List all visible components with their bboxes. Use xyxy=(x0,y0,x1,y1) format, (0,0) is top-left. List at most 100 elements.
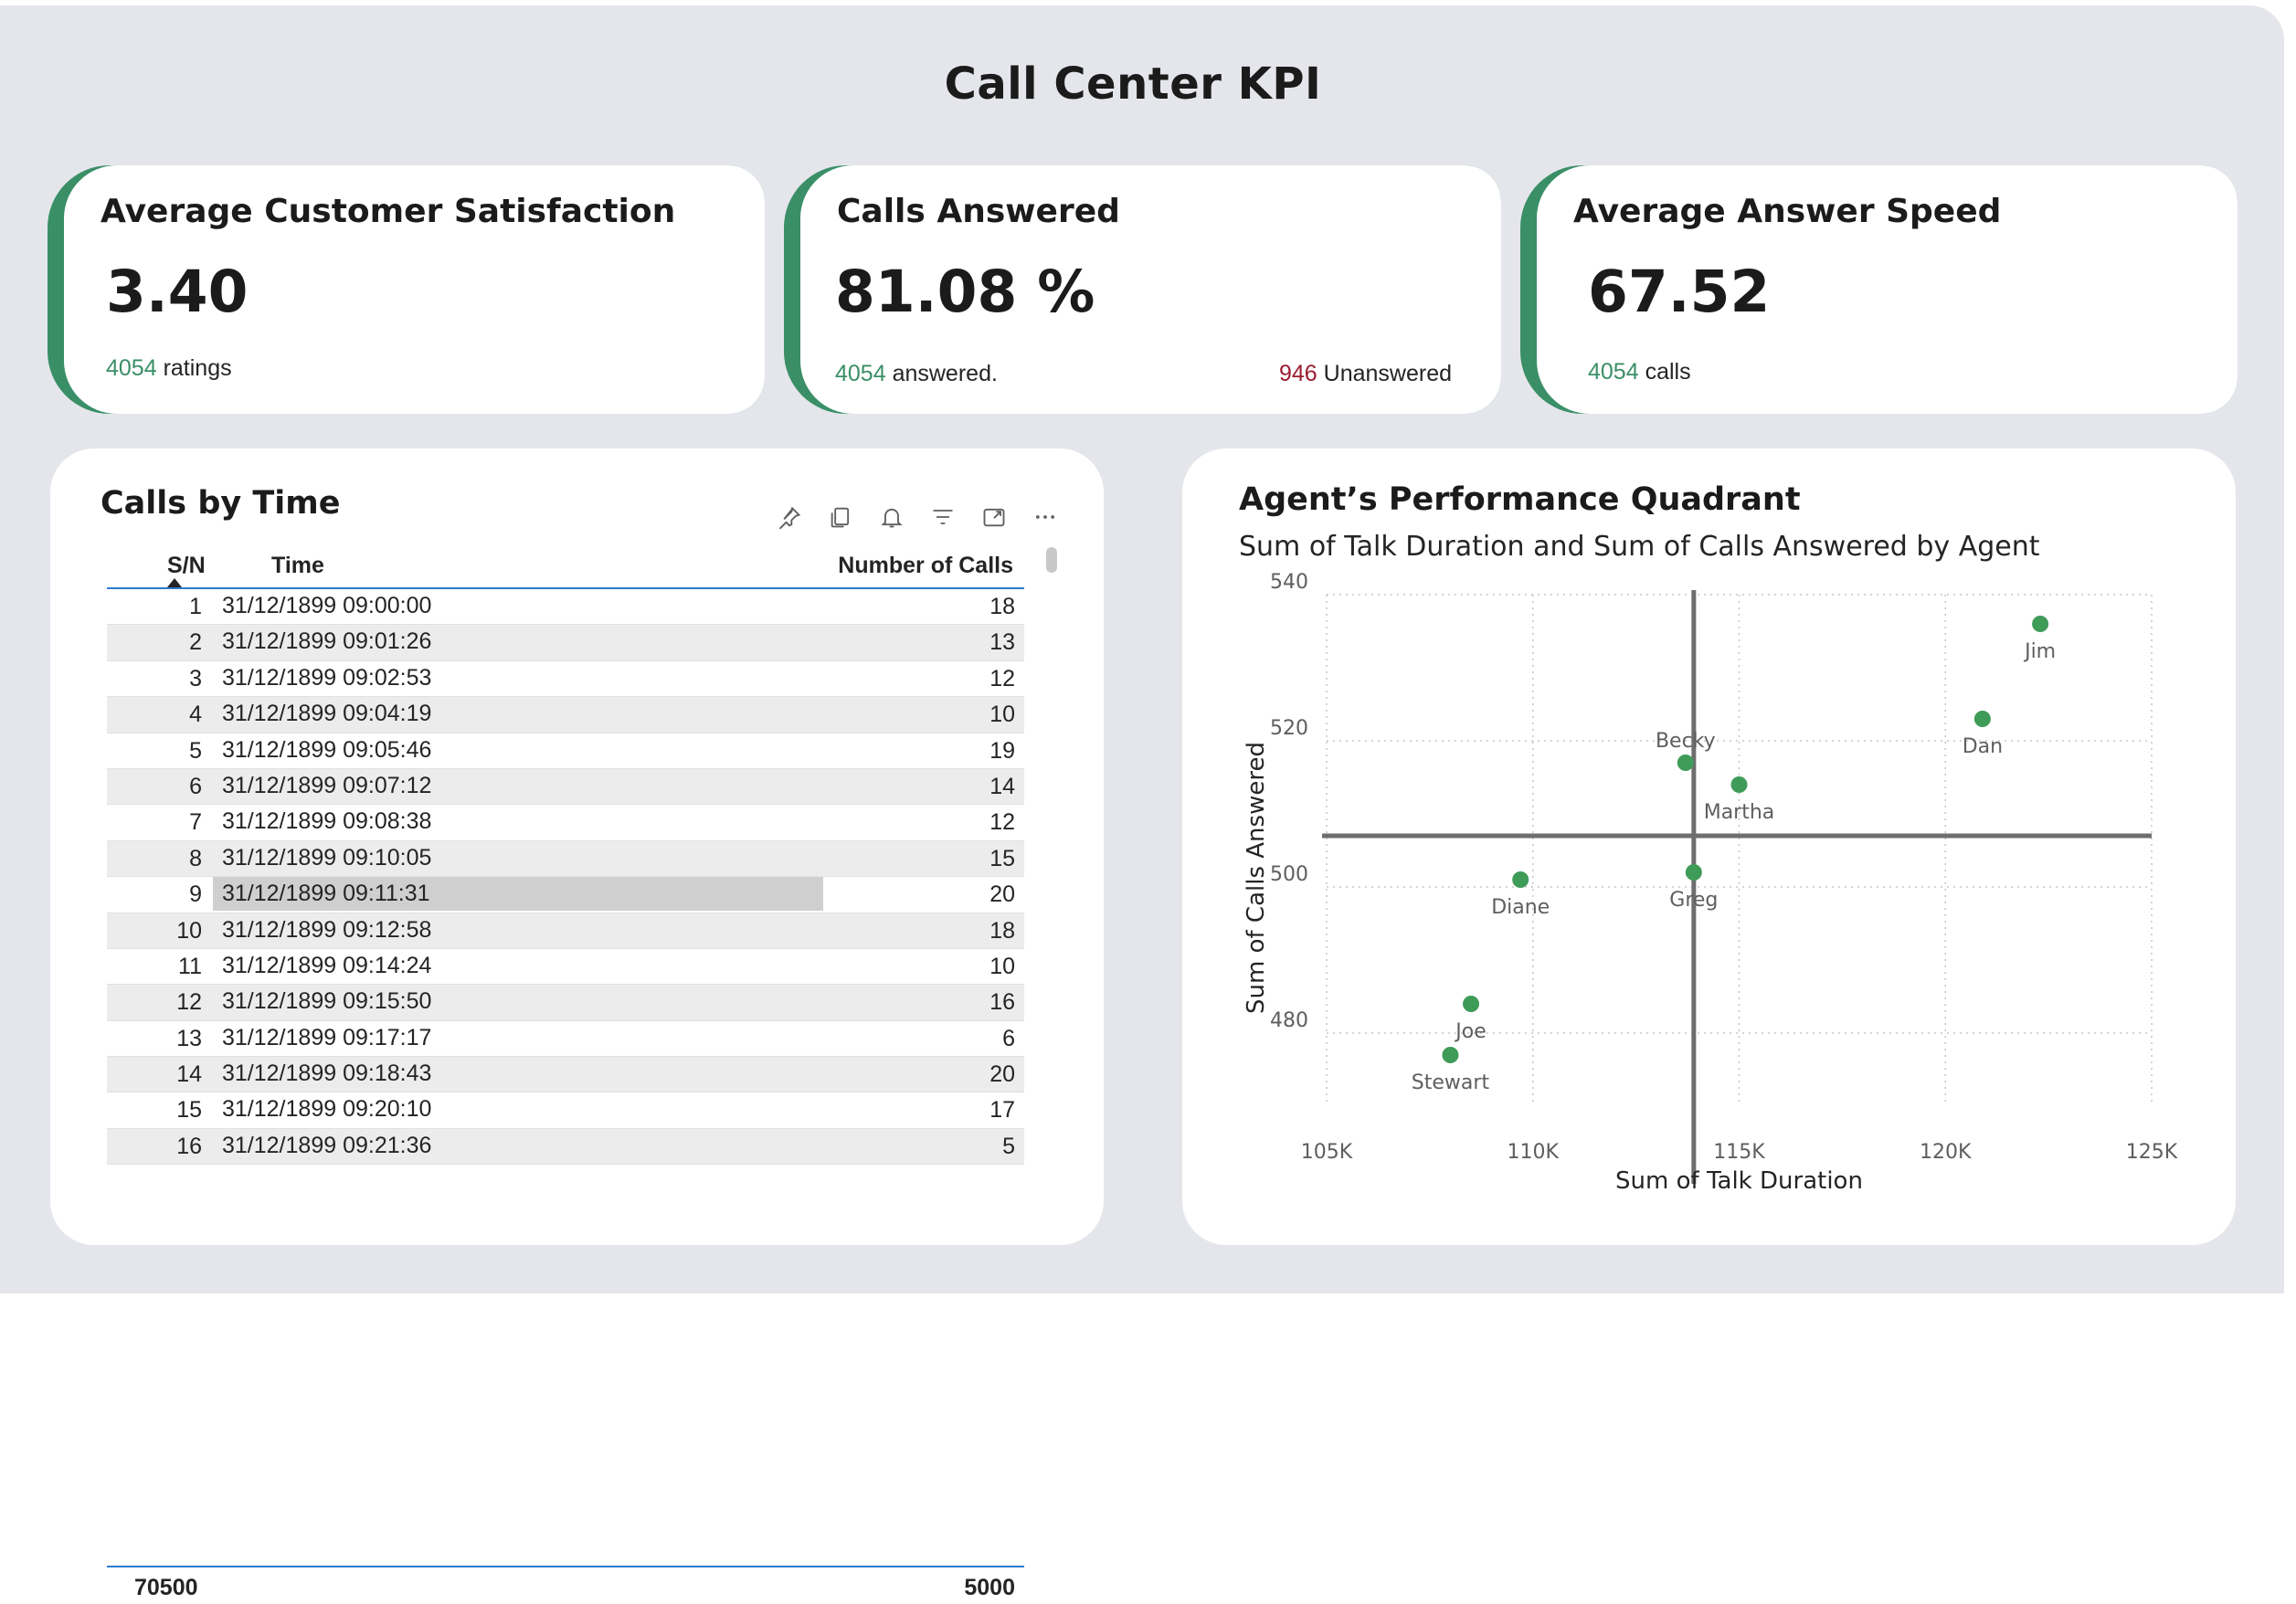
kpi-unanswered: 946 Unanswered xyxy=(1279,361,1452,387)
table-row[interactable]: 9 31/12/1899 09:11:31 20 xyxy=(107,877,1024,913)
agent-performance-panel[interactable]: Agent’s Performance Quadrant Sum of Talk … xyxy=(1182,448,2236,1245)
cell-time: 31/12/1899 09:17:17 xyxy=(222,1024,432,1050)
copy-icon[interactable] xyxy=(823,500,858,534)
point-label: Joe xyxy=(1454,1020,1486,1043)
table-row[interactable]: 15 31/12/1899 09:20:10 17 xyxy=(107,1092,1024,1129)
x-tick-label: 105K xyxy=(1301,1141,1353,1164)
table-row[interactable]: 3 31/12/1899 09:02:53 12 xyxy=(107,661,1024,698)
scatter-point[interactable] xyxy=(1685,864,1702,881)
table-row[interactable]: 14 31/12/1899 09:18:43 20 xyxy=(107,1057,1024,1093)
table-row[interactable]: 12 31/12/1899 09:15:50 16 xyxy=(107,985,1024,1021)
cell-calls: 17 xyxy=(989,1097,1015,1124)
filter-icon[interactable] xyxy=(926,500,960,534)
cell-sn: 16 xyxy=(176,1133,202,1159)
kpi-label: Average Customer Satisfaction xyxy=(101,193,676,230)
more-options-icon[interactable] xyxy=(1028,500,1063,534)
cell-time: 31/12/1899 09:10:05 xyxy=(222,844,432,871)
sort-ascending-icon[interactable] xyxy=(167,578,182,587)
scatter-point[interactable] xyxy=(1677,755,1694,771)
x-tick-label: 115K xyxy=(1713,1141,1765,1164)
cell-time: 31/12/1899 09:18:43 xyxy=(222,1061,432,1087)
scatter-point[interactable] xyxy=(1730,776,1748,793)
pin-icon[interactable] xyxy=(772,500,807,534)
column-header-time[interactable]: Time xyxy=(271,553,324,579)
x-tick-label: 110K xyxy=(1508,1141,1560,1164)
cell-time: 31/12/1899 09:08:38 xyxy=(222,808,432,835)
table-row[interactable]: 13 31/12/1899 09:17:17 6 xyxy=(107,1021,1024,1058)
cell-sn: 2 xyxy=(189,629,202,656)
cell-sn: 15 xyxy=(176,1097,202,1124)
table-row[interactable]: 2 31/12/1899 09:01:26 13 xyxy=(107,625,1024,661)
scatter-point[interactable] xyxy=(2032,616,2049,632)
point-label: Jim xyxy=(2023,640,2056,663)
table-row[interactable]: 10 31/12/1899 09:12:58 18 xyxy=(107,913,1024,949)
cell-time: 31/12/1899 09:12:58 xyxy=(222,916,432,943)
table-row[interactable]: 7 31/12/1899 09:08:38 12 xyxy=(107,805,1024,841)
cell-time: 31/12/1899 09:20:10 xyxy=(222,1096,432,1123)
point-label: Martha xyxy=(1704,801,1775,824)
point-label: Diane xyxy=(1491,896,1550,919)
scatter-point[interactable] xyxy=(1463,996,1480,1012)
kpi-subtext: 4054 calls xyxy=(1588,359,1691,385)
point-label: Stewart xyxy=(1412,1071,1490,1094)
cell-sn: 10 xyxy=(176,917,202,944)
kpi-subtext: 4054 answered. xyxy=(835,361,998,387)
cell-sn: 8 xyxy=(189,845,202,871)
cell-sn: 14 xyxy=(176,1061,202,1088)
table-row[interactable]: 6 31/12/1899 09:07:12 14 xyxy=(107,768,1024,806)
cell-time: 31/12/1899 09:15:50 xyxy=(222,988,432,1015)
y-tick-label: 540 xyxy=(1270,571,1308,594)
table-row[interactable]: 11 31/12/1899 09:14:24 10 xyxy=(107,949,1024,986)
cell-calls: 14 xyxy=(989,773,1015,799)
x-axis-label: Sum of Talk Duration xyxy=(1615,1167,1863,1195)
table-row[interactable]: 5 31/12/1899 09:05:46 19 xyxy=(107,733,1024,769)
y-tick-label: 500 xyxy=(1270,863,1308,886)
kpi-card-calls-answered[interactable]: Calls Answered 81.08 % 4054 answered. 94… xyxy=(784,165,1501,414)
table-scrollbar[interactable] xyxy=(1046,547,1057,573)
calls-by-time-panel[interactable]: Calls by Time S/N Time Number of Calls 1… xyxy=(50,448,1104,1600)
table-row[interactable]: 1 31/12/1899 09:00:00 18 xyxy=(107,589,1024,626)
cell-calls: 13 xyxy=(989,629,1015,656)
cell-calls: 16 xyxy=(989,989,1015,1016)
scatter-point[interactable] xyxy=(1442,1047,1459,1063)
cell-time: 31/12/1899 09:14:24 xyxy=(222,952,432,978)
table-row[interactable]: 8 31/12/1899 09:10:05 15 xyxy=(107,840,1024,878)
cell-sn: 4 xyxy=(189,702,202,728)
cell-sn: 11 xyxy=(178,953,202,979)
cell-calls: 6 xyxy=(1002,1025,1015,1051)
answered-count: 4054 xyxy=(835,361,886,386)
cell-time: 31/12/1899 09:00:00 xyxy=(222,593,432,618)
page-title: Call Center KPI xyxy=(944,58,1322,110)
table-row[interactable]: 16 31/12/1899 09:21:36 5 xyxy=(107,1128,1024,1166)
cell-sn: 13 xyxy=(176,1025,202,1051)
kpi-card-satisfaction[interactable]: Average Customer Satisfaction 3.40 4054 … xyxy=(48,165,765,414)
calls-suffix: calls xyxy=(1638,359,1691,385)
cell-sn: 6 xyxy=(189,773,202,799)
point-label: Becky xyxy=(1656,730,1716,753)
column-header-sn[interactable]: S/N xyxy=(167,553,206,579)
scatter-chart: Agent’s Performance Quadrant Sum of Talk … xyxy=(1239,481,2178,1195)
cell-sn: 3 xyxy=(189,665,202,691)
cell-calls: 18 xyxy=(989,917,1015,944)
scatter-point[interactable] xyxy=(1512,871,1529,888)
cell-time: 31/12/1899 09:21:36 xyxy=(222,1132,432,1158)
cell-calls: 5 xyxy=(1002,1133,1015,1159)
calls-count: 4054 xyxy=(1588,359,1639,385)
kpi-label: Average Answer Speed xyxy=(1573,193,2002,230)
scatter-point[interactable] xyxy=(1973,711,1991,727)
focus-mode-icon[interactable] xyxy=(977,500,1011,534)
cell-calls: 15 xyxy=(989,845,1015,871)
cell-calls: 10 xyxy=(989,953,1015,979)
kpi-label: Calls Answered xyxy=(837,193,1120,230)
y-tick-label: 520 xyxy=(1270,717,1308,740)
cell-time: 31/12/1899 09:01:26 xyxy=(222,628,432,655)
y-tick-label: 480 xyxy=(1270,1009,1308,1032)
unanswered-count: 946 xyxy=(1279,361,1317,386)
table-row[interactable]: 4 31/12/1899 09:04:19 10 xyxy=(107,697,1024,733)
kpi-card-answer-speed[interactable]: Average Answer Speed 67.52 4054 calls xyxy=(1520,165,2238,414)
total-calls: 5000 xyxy=(964,1575,1015,1600)
cell-time: 31/12/1899 09:11:31 xyxy=(213,877,823,912)
bell-icon[interactable] xyxy=(874,500,909,534)
report-canvas: Call Center KPI Average Customer Satisfa… xyxy=(0,5,2284,1600)
column-header-calls[interactable]: Number of Calls xyxy=(838,553,1013,579)
